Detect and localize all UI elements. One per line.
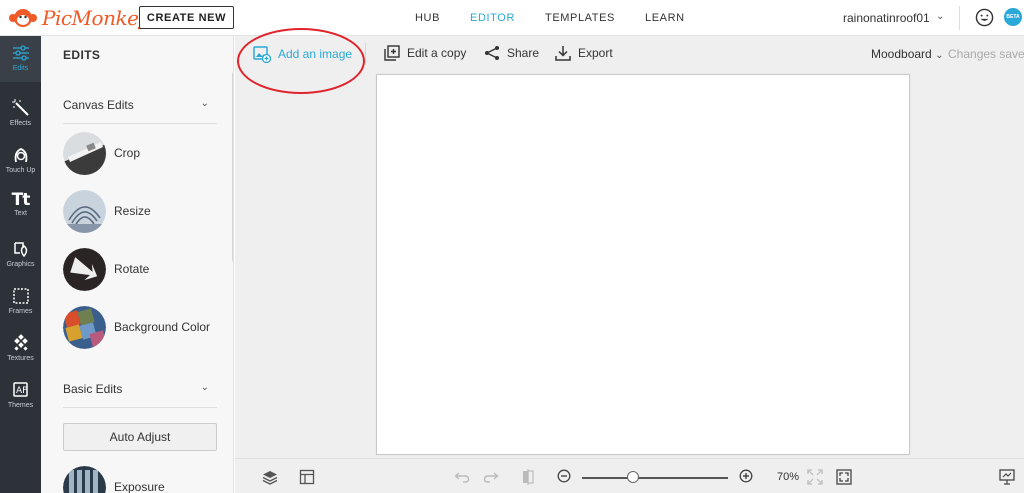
shapes-icon bbox=[13, 242, 27, 258]
rail-graphics[interactable]: Graphics bbox=[0, 232, 41, 278]
divider bbox=[63, 123, 217, 124]
grid-layout-icon[interactable] bbox=[299, 469, 315, 485]
fit-to-screen-icon[interactable] bbox=[836, 469, 852, 485]
share-label: Share bbox=[507, 46, 540, 60]
tool-label: Resize bbox=[114, 204, 151, 218]
annotation-circle bbox=[237, 28, 365, 94]
rail-label: Frames bbox=[8, 308, 33, 315]
edits-panel: EDITS Canvas Edits ⌄ Crop Resize Rotate bbox=[41, 36, 234, 493]
texture-icon bbox=[13, 334, 28, 351]
create-new-button[interactable]: CREATE NEW bbox=[139, 6, 234, 29]
tool-label: Rotate bbox=[114, 262, 150, 276]
crop-thumbnail-icon bbox=[63, 131, 106, 175]
layers-icon[interactable] bbox=[262, 469, 278, 485]
nav-templates[interactable]: TEMPLATES bbox=[545, 12, 615, 24]
divider bbox=[959, 6, 960, 30]
tool-label: Background Color bbox=[114, 320, 211, 334]
sliders-icon bbox=[12, 45, 29, 61]
panel-title: EDITS bbox=[63, 48, 101, 62]
themes-icon: AF bbox=[12, 382, 28, 397]
rail-label: Graphics bbox=[6, 261, 35, 268]
rotate-thumbnail-icon bbox=[63, 247, 106, 291]
logo-text: PicMonkey bbox=[42, 6, 150, 30]
presentation-icon[interactable] bbox=[999, 469, 1015, 485]
bottom-bar: 70% bbox=[235, 458, 1024, 493]
username[interactable]: rainonatinroof01 bbox=[843, 11, 930, 25]
actual-size-icon[interactable] bbox=[807, 469, 823, 485]
zoom-level: 70% bbox=[777, 471, 800, 483]
rail-edits[interactable]: Edits bbox=[0, 36, 41, 82]
smiley-feedback-icon[interactable] bbox=[975, 8, 994, 27]
exposure-thumbnail-icon bbox=[63, 465, 106, 493]
undo-icon[interactable] bbox=[454, 469, 470, 485]
nav-learn[interactable]: LEARN bbox=[645, 12, 685, 24]
zoom-in-icon[interactable] bbox=[739, 469, 753, 483]
face-icon bbox=[14, 148, 27, 163]
picmonkey-logo[interactable]: PicMonkey bbox=[8, 5, 150, 31]
chevron-down-icon[interactable]: ⌄ bbox=[936, 11, 944, 22]
chevron-down-icon: ⌄ bbox=[200, 98, 209, 109]
edit-copy-button[interactable]: Edit a copy bbox=[384, 45, 466, 61]
svg-text:AF: AF bbox=[16, 386, 27, 396]
rail-label: Edits bbox=[12, 65, 29, 72]
chevron-down-icon: ⌄ bbox=[200, 382, 209, 393]
tool-crop[interactable]: Crop bbox=[63, 131, 217, 175]
workspace: Add an image Edit a copy Share Export Mo… bbox=[235, 28, 1024, 493]
beta-badge[interactable]: BETA bbox=[1004, 8, 1022, 26]
nav-editor[interactable]: EDITOR bbox=[470, 12, 515, 24]
zoom-out-icon[interactable] bbox=[557, 469, 571, 483]
rail-effects[interactable]: Effects bbox=[0, 91, 41, 137]
section-label: Canvas Edits bbox=[63, 98, 134, 112]
nav-hub[interactable]: HUB bbox=[415, 12, 440, 24]
export-button[interactable]: Export bbox=[555, 45, 613, 61]
divider bbox=[63, 407, 217, 408]
frame-icon bbox=[12, 288, 29, 304]
section-basic-edits[interactable]: Basic Edits ⌄ bbox=[63, 382, 217, 400]
rail-text[interactable]: Tt Text bbox=[0, 185, 41, 231]
edit-copy-label: Edit a copy bbox=[407, 46, 467, 60]
redo-icon[interactable] bbox=[483, 469, 499, 485]
export-label: Export bbox=[578, 46, 613, 60]
zoom-slider-handle[interactable] bbox=[627, 471, 640, 483]
tool-exposure[interactable]: Exposure bbox=[63, 465, 217, 493]
top-bar: PicMonkey CREATE NEW HUB EDITOR TEMPLATE… bbox=[0, 0, 1024, 36]
rail-textures[interactable]: Textures bbox=[0, 326, 41, 372]
tool-label: Exposure bbox=[114, 480, 165, 493]
chevron-down-icon: ⌄ bbox=[935, 50, 944, 61]
tool-label: Crop bbox=[114, 146, 141, 160]
rail-label: Text bbox=[14, 210, 27, 217]
tool-rotate[interactable]: Rotate bbox=[63, 247, 217, 291]
share-icon bbox=[485, 46, 499, 60]
top-nav: HUB EDITOR TEMPLATES LEARN bbox=[415, 0, 715, 36]
section-canvas-edits[interactable]: Canvas Edits ⌄ bbox=[63, 98, 217, 116]
rail-frames[interactable]: Frames bbox=[0, 279, 41, 325]
divider bbox=[365, 43, 366, 65]
save-status: Changes saved bbox=[948, 47, 1024, 61]
moodboard-label: Moodboard bbox=[871, 47, 932, 61]
rail-label: Textures bbox=[7, 355, 34, 362]
zoom-slider-track[interactable] bbox=[582, 477, 728, 479]
text-tt-icon: Tt bbox=[11, 190, 31, 210]
tool-resize[interactable]: Resize bbox=[63, 189, 217, 233]
rail-themes[interactable]: AF Themes bbox=[0, 373, 41, 419]
rail-label: Effects bbox=[9, 120, 32, 127]
rail-touch-up[interactable]: Touch Up bbox=[0, 138, 41, 184]
auto-adjust-button[interactable]: Auto Adjust bbox=[63, 423, 217, 451]
share-button[interactable]: Share bbox=[484, 45, 539, 61]
rail-label: Touch Up bbox=[5, 167, 36, 174]
rail-label: Themes bbox=[7, 402, 34, 409]
design-canvas[interactable] bbox=[376, 74, 910, 455]
monkey-logo-icon bbox=[9, 9, 37, 27]
tool-rail: Edits Effects Touch Up Tt Text Graphics … bbox=[0, 36, 41, 493]
panel-scrollbar[interactable] bbox=[232, 72, 233, 262]
magic-wand-icon bbox=[11, 99, 29, 116]
duplicate-icon bbox=[384, 45, 400, 61]
section-label: Basic Edits bbox=[63, 382, 123, 396]
compare-icon[interactable] bbox=[520, 469, 536, 485]
moodboard-dropdown[interactable]: Moodboard ⌄ bbox=[871, 47, 943, 61]
background-color-thumbnail-icon bbox=[63, 305, 106, 349]
resize-thumbnail-icon bbox=[63, 189, 106, 233]
export-download-icon bbox=[555, 46, 571, 61]
tool-background-color[interactable]: Background Color bbox=[63, 305, 217, 349]
